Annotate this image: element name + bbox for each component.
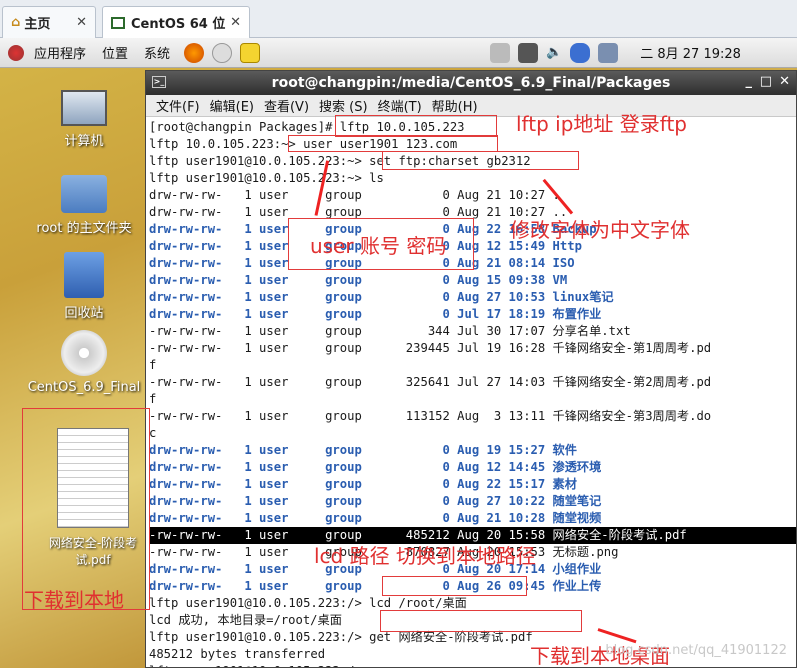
terminal-menubar: 文件(F) 编辑(E) 查看(V) 搜索 (S) 终端(T) 帮助(H): [146, 95, 796, 117]
notes-icon[interactable]: [240, 42, 261, 63]
annotation-box-get: [380, 610, 582, 632]
desktop-icon-trash[interactable]: 回收站: [24, 252, 144, 321]
annotation-download-local: 下载到本地: [24, 588, 124, 612]
annotation-box-user: [288, 135, 498, 152]
terminal-line: drw-rw-rw- 1 user group 0 Aug 15 09:38 V…: [149, 273, 568, 287]
vm-tab-bar: ⌂ 主页 ✕ CentOS 64 位 ✕: [0, 0, 797, 38]
close-icon[interactable]: ✕: [779, 74, 790, 89]
terminal-icon: >_: [152, 76, 166, 88]
tab-home[interactable]: ⌂ 主页 ✕: [2, 6, 96, 38]
annotation-box-charset: [382, 151, 579, 170]
menu-edit[interactable]: 编辑(E): [210, 96, 254, 115]
vm-icon: [111, 16, 125, 29]
volume-icon[interactable]: 🔈: [546, 45, 562, 60]
menu-terminal[interactable]: 终端(T): [378, 96, 422, 115]
terminal-line: lftp user1901@10.0.105.223:~> ls: [149, 171, 384, 185]
terminal-line: -rw-rw-rw- 1 user group 325641 Jul 27 14…: [149, 375, 712, 389]
firefox-icon[interactable]: [184, 42, 205, 63]
menu-places[interactable]: 位置: [102, 43, 128, 62]
terminal-line: drw-rw-rw- 1 user group 0 Aug 22 15:17 素…: [149, 477, 577, 491]
minimize-icon[interactable]: _: [746, 74, 753, 89]
desktop-icon-label: root 的主文件夹: [36, 221, 132, 236]
terminal-line: -rw-rw-rw- 1 user group 239445 Jul 19 16…: [149, 341, 712, 355]
terminal-line: f: [149, 358, 157, 372]
terminal-line: lftp user1901@10.0.105.223:/>: [149, 663, 796, 667]
annotation-box-pdf: [22, 408, 150, 610]
maximize-icon[interactable]: □: [760, 74, 772, 89]
network-icon[interactable]: [490, 42, 511, 63]
annotation-box-lftp: [335, 115, 497, 137]
annotation-box-lcd: [382, 576, 527, 596]
terminal-line: -rw-rw-rw- 1 user group 344 Jul 30 17:07…: [149, 324, 631, 338]
terminal-line: drw-rw-rw- 1 user group 0 Aug 12 14:45 渗…: [149, 460, 602, 474]
screen-icon[interactable]: [518, 42, 539, 63]
watermark: blog.csdn.net/qq_41901122: [605, 643, 787, 658]
trash-icon: [64, 252, 104, 298]
terminal-line: f: [149, 392, 157, 406]
desktop-icon-computer[interactable]: 计算机: [24, 90, 144, 149]
desktop-icon-home[interactable]: root 的主文件夹: [24, 175, 144, 236]
top-panel: 应用程序 位置 系统 🔈 二 8月 27 19:28: [0, 38, 797, 68]
terminal-titlebar[interactable]: >_ root@changpin:/media/CentOS_6.9_Final…: [146, 71, 796, 95]
bluetooth-icon[interactable]: [570, 42, 591, 63]
annotation-user: user 账号 密码: [310, 234, 447, 258]
terminal-line: drw-rw-rw- 1 user group 0 Jul 17 18:19 布…: [149, 307, 602, 321]
mail-icon[interactable]: [212, 42, 233, 63]
desktop-icon-dvd[interactable]: CentOS_6.9_Final: [24, 330, 144, 395]
menu-search[interactable]: 搜索 (S): [319, 96, 368, 115]
desktop-icon-label: CentOS_6.9_Final: [27, 380, 141, 395]
tab-centos[interactable]: CentOS 64 位 ✕: [102, 6, 250, 38]
home-icon: ⌂: [11, 15, 21, 30]
dvd-icon: [61, 330, 107, 376]
tab-home-label: 主页: [24, 17, 51, 32]
connection-icon[interactable]: [598, 42, 619, 63]
terminal-line: -rw-rw-rw- 1 user group 113152 Aug 3 13:…: [149, 409, 712, 423]
menu-help[interactable]: 帮助(H): [432, 96, 478, 115]
computer-icon: [61, 90, 107, 126]
close-icon[interactable]: ✕: [230, 15, 241, 30]
desktop-icon-label: 回收站: [64, 306, 104, 321]
menu-file[interactable]: 文件(F): [156, 96, 200, 115]
annotation-charset: 修改字体为中文字体: [510, 218, 690, 242]
menu-system[interactable]: 系统: [144, 43, 170, 62]
terminal-title: root@changpin:/media/CentOS_6.9_Final/Pa…: [271, 75, 671, 91]
terminal-line: c: [149, 426, 157, 440]
home-folder-icon: [61, 175, 107, 213]
close-icon[interactable]: ✕: [76, 15, 87, 30]
menu-applications[interactable]: 应用程序: [34, 43, 86, 62]
terminal-line: drw-rw-rw- 1 user group 0 Aug 21 10:28 随…: [149, 511, 602, 525]
panel-clock[interactable]: 二 8月 27 19:28: [640, 43, 741, 62]
terminal-line: drw-rw-rw- 1 user group 0 Aug 27 10:22 随…: [149, 494, 602, 508]
apps-icon: [8, 44, 24, 61]
terminal-line: drw-rw-rw- 1 user group 0 Aug 21 10:27 .: [149, 188, 560, 202]
terminal-line: drw-rw-rw- 1 user group 0 Aug 19 15:27 软…: [149, 443, 577, 457]
menu-view[interactable]: 查看(V): [264, 96, 309, 115]
tab-centos-label: CentOS 64 位: [131, 17, 226, 32]
desktop-icon-label: 计算机: [64, 134, 104, 149]
terminal-line: drw-rw-rw- 1 user group 0 Aug 27 10:53 l…: [149, 290, 614, 304]
annotation-lftp: lftp ip地址 登录ftp: [516, 112, 687, 136]
annotation-lcd: lcd 路径 切换到本地路径: [314, 544, 536, 568]
